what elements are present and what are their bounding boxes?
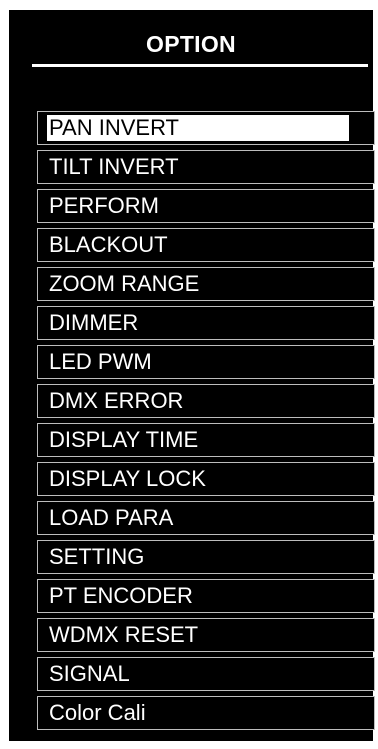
menu-item-pan-invert[interactable]: PAN INVERT xyxy=(37,111,375,145)
menu-item-zoom-range[interactable]: ZOOM RANGE xyxy=(37,267,375,301)
menu-item-perform[interactable]: PERFORM xyxy=(37,189,375,223)
title-divider xyxy=(32,64,368,67)
menu-item-dmx-error[interactable]: DMX ERROR xyxy=(37,384,375,418)
option-menu-panel: OPTION PAN INVERT TILT INVERT PERFORM BL… xyxy=(9,10,375,741)
menu-item-label: Color Cali xyxy=(49,700,146,725)
menu-item-color-cali[interactable]: Color Cali xyxy=(37,696,375,730)
menu-item-label: LED PWM xyxy=(49,349,152,374)
menu-item-label: SETTING xyxy=(49,544,145,569)
menu-item-display-lock[interactable]: DISPLAY LOCK xyxy=(37,462,375,496)
menu-item-label: SIGNAL xyxy=(49,661,130,686)
menu-item-blackout[interactable]: BLACKOUT xyxy=(37,228,375,262)
menu-item-setting[interactable]: SETTING xyxy=(37,540,375,574)
menu-item-led-pwm[interactable]: LED PWM xyxy=(37,345,375,379)
menu-item-tilt-invert[interactable]: TILT INVERT xyxy=(37,150,375,184)
menu-item-display-time[interactable]: DISPLAY TIME xyxy=(37,423,375,457)
menu-item-label: BLACKOUT xyxy=(49,232,168,257)
menu-item-label: TILT INVERT xyxy=(49,154,179,179)
menu-item-label: WDMX RESET xyxy=(49,622,199,647)
menu-title: OPTION xyxy=(146,31,236,57)
menu-item-label: DMX ERROR xyxy=(49,388,184,413)
menu-item-load-para[interactable]: LOAD PARA xyxy=(37,501,375,535)
option-list: PAN INVERT TILT INVERT PERFORM BLACKOUT … xyxy=(37,111,375,735)
menu-item-label: PT ENCODER xyxy=(49,583,193,608)
menu-item-label: PAN INVERT xyxy=(47,115,349,141)
menu-item-wdmx-reset[interactable]: WDMX RESET xyxy=(37,618,375,652)
menu-item-signal[interactable]: SIGNAL xyxy=(37,657,375,691)
menu-item-label: LOAD PARA xyxy=(49,505,174,530)
menu-item-label: DISPLAY LOCK xyxy=(49,466,206,491)
menu-item-label: DIMMER xyxy=(49,310,139,335)
menu-item-dimmer[interactable]: DIMMER xyxy=(37,306,375,340)
menu-item-label: DISPLAY TIME xyxy=(49,427,199,452)
menu-item-pt-encoder[interactable]: PT ENCODER xyxy=(37,579,375,613)
menu-item-label: PERFORM xyxy=(49,193,159,218)
menu-item-label: ZOOM RANGE xyxy=(49,271,200,296)
